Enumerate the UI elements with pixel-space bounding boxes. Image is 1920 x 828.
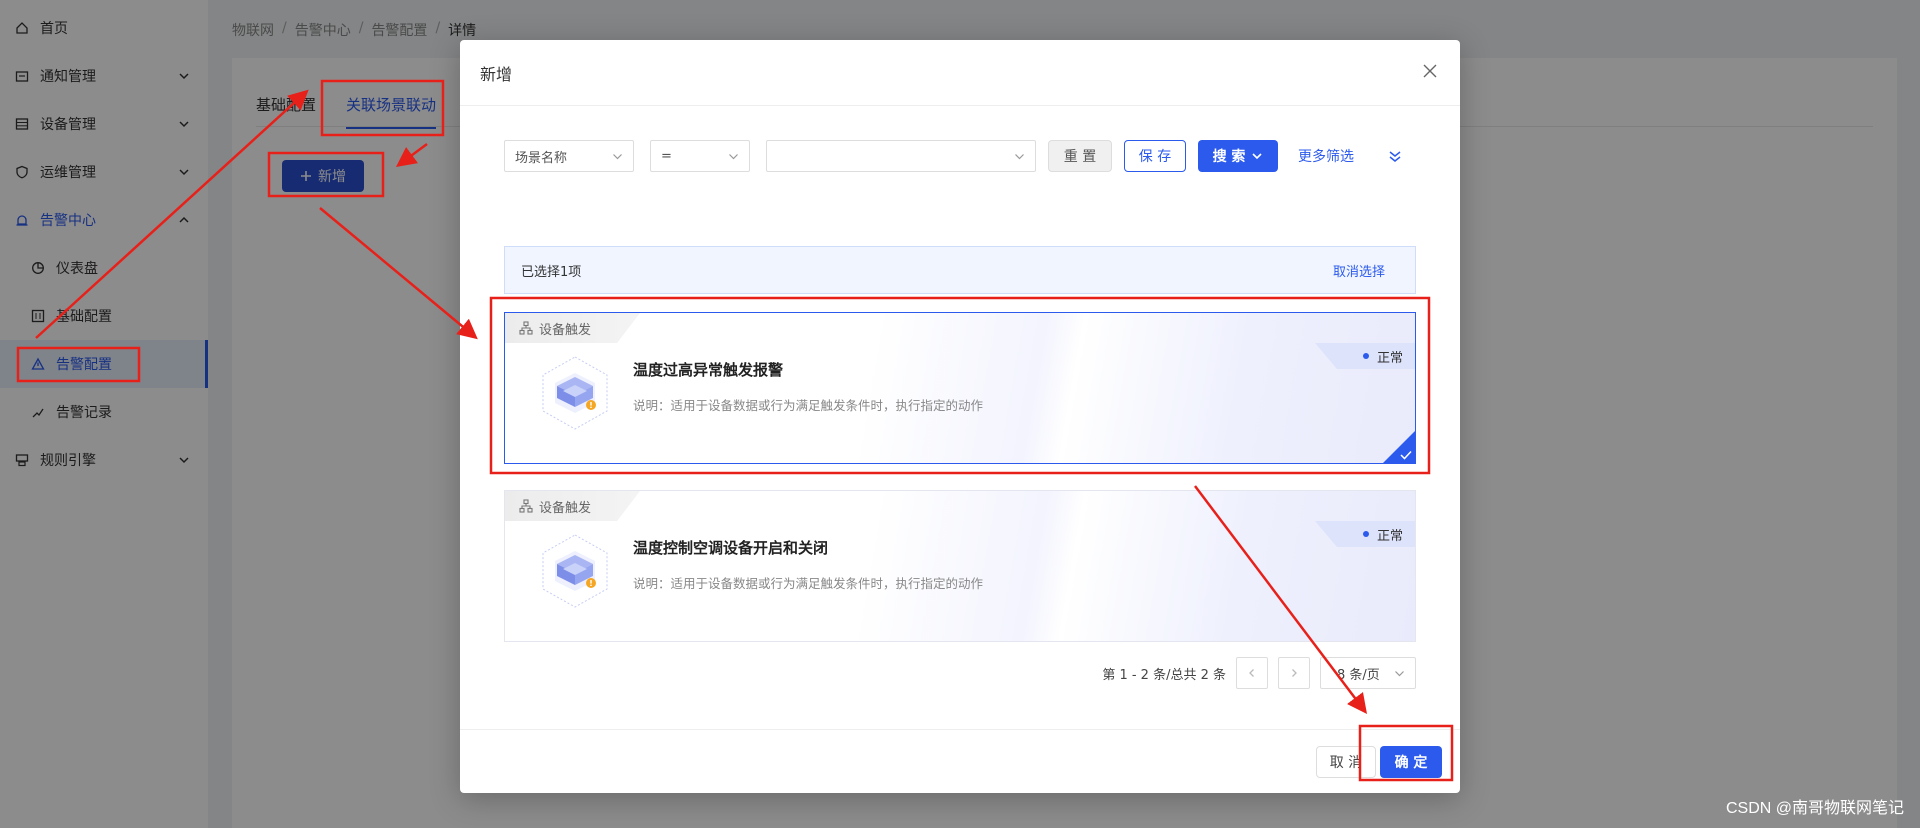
scene-description: 说明：适用于设备数据或行为满足触发条件时，执行指定的动作 (633, 576, 984, 591)
device-cube-icon (542, 534, 608, 608)
trigger-tag-label: 设备触发 (539, 322, 592, 338)
status-dot (1362, 353, 1369, 359)
status-badge: 正常 (1315, 521, 1415, 547)
filter-field-value: 场景名称 (515, 150, 568, 166)
next-page-button[interactable] (1278, 657, 1310, 689)
close-icon (1423, 64, 1437, 78)
check-icon (1400, 450, 1412, 460)
filter-field-select[interactable]: 场景名称 (504, 140, 634, 172)
status-dot (1362, 531, 1369, 537)
chevron-down-icon (613, 154, 622, 160)
status-label: 正常 (1376, 528, 1403, 544)
scene-card[interactable]: 设备触发 温度过高异常触发报警 说明：适用于设备数据或行为满足触发条件时，执行指… (504, 312, 1416, 464)
selection-bar: 已选择1项 取消选择 (504, 246, 1416, 294)
trigger-tag: 设备触发 (505, 313, 640, 343)
modal-header: 新增 (460, 40, 1460, 106)
expand-icon[interactable] (1388, 149, 1402, 163)
page-size-select[interactable]: 8 条/页 (1320, 657, 1416, 689)
modal-title: 新增 (480, 64, 513, 84)
reset-button[interactable]: 重 置 (1048, 140, 1112, 172)
device-cube-icon (542, 356, 608, 430)
chevron-down-icon (1015, 154, 1024, 160)
org-chart-icon (519, 321, 533, 335)
org-chart-icon (519, 499, 533, 513)
pagination-summary: 第 1 - 2 条/总共 2 条 (1102, 667, 1226, 683)
save-button[interactable]: 保 存 (1124, 140, 1186, 172)
filter-operator-select[interactable]: = (650, 140, 750, 172)
chevron-down-icon (729, 154, 738, 160)
watermark: CSDN @南哥物联网笔记 (1725, 800, 1904, 817)
close-button[interactable] (1416, 57, 1444, 85)
selected-check-corner (1383, 431, 1415, 463)
status-badge: 正常 (1315, 343, 1415, 369)
prev-page-button[interactable] (1236, 657, 1268, 689)
chevron-left-icon (1249, 669, 1254, 677)
scene-card[interactable]: 设备触发 温度控制空调设备开启和关闭 说明：适用于设备数据或行为满足触发条件时，… (504, 490, 1416, 642)
more-filters-link[interactable]: 更多筛选 (1298, 146, 1354, 166)
status-label: 正常 (1376, 350, 1403, 366)
add-scene-modal: 新增 场景名称 = 重 置 保 存 搜 索 更多筛选 已选择1项 取消选择 设备… (460, 40, 1460, 793)
cancel-button[interactable]: 取 消 (1316, 746, 1376, 778)
filter-value-select[interactable] (766, 140, 1036, 172)
trigger-tag: 设备触发 (505, 491, 640, 521)
search-button[interactable]: 搜 索 (1198, 140, 1278, 172)
trigger-tag-label: 设备触发 (539, 500, 592, 516)
selection-count: 已选择1项 (521, 264, 582, 280)
filter-row: 场景名称 = 重 置 保 存 搜 索 更多筛选 (504, 140, 1402, 172)
search-button-label: 搜 索 (1212, 149, 1246, 165)
scene-description: 说明：适用于设备数据或行为满足触发条件时，执行指定的动作 (633, 398, 984, 413)
filter-operator-value: = (661, 148, 672, 164)
confirm-button[interactable]: 确 定 (1380, 746, 1442, 778)
page-size-value: 8 条/页 (1337, 667, 1380, 683)
scene-title: 温度过高异常触发报警 (633, 361, 784, 379)
clear-selection-link[interactable]: 取消选择 (1333, 261, 1385, 280)
modal-footer: 取 消 确 定 (460, 729, 1460, 793)
scene-title: 温度控制空调设备开启和关闭 (633, 539, 829, 557)
chevron-down-icon (1252, 153, 1263, 160)
chevron-down-icon (1395, 671, 1404, 677)
chevron-right-icon (1292, 669, 1297, 677)
pagination: 第 1 - 2 条/总共 2 条 8 条/页 (1102, 657, 1416, 689)
